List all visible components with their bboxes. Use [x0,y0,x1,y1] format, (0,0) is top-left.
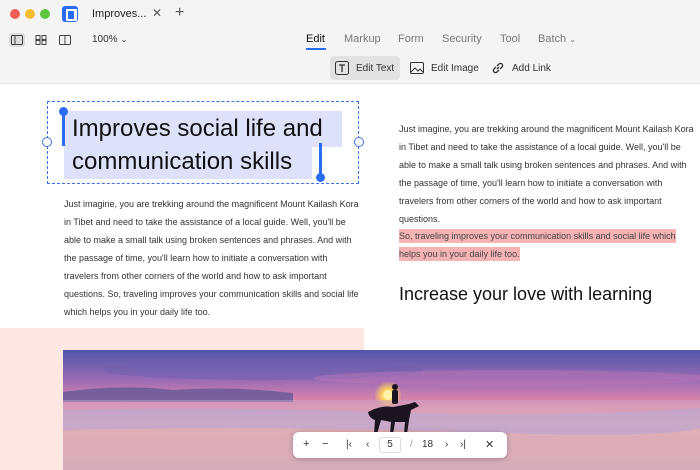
tab-title: Improves... [92,8,147,20]
paragraph-left[interactable]: Just imagine, you are trekking around th… [64,195,360,321]
edit-text-icon [335,61,349,75]
main-toolbar: 100% ⌄ Edit Markup Form Security Tool Bat… [0,28,700,54]
paragraph-right[interactable]: Just imagine, you are trekking around th… [399,120,699,228]
edit-text-button[interactable]: Edit Text [330,56,400,80]
tab-batch[interactable]: Batch ⌄ [538,33,576,45]
tab-edit[interactable]: Edit [306,33,325,45]
maximize-window-button[interactable] [40,9,50,19]
total-pages: 18 [422,439,434,450]
previous-page-button[interactable]: ‹ [366,439,369,450]
columns-icon [59,35,71,45]
active-tab-indicator [306,48,326,50]
app-logo-icon [62,6,78,22]
resize-handle-left[interactable] [42,137,52,147]
heading-line-1: Improves social life and [72,115,323,142]
first-page-button[interactable]: |‹ [346,439,352,450]
next-page-button[interactable]: › [445,439,448,450]
close-tab-icon[interactable]: ✕ [152,6,162,20]
sidebar-view-button[interactable] [9,33,25,47]
sidebar-icon [11,35,23,45]
zoom-in-button[interactable]: + [303,438,309,450]
selection-start-handle[interactable] [59,107,68,116]
image-icon [410,62,424,74]
edit-image-button[interactable]: Edit Image [405,56,479,80]
minimize-window-button[interactable] [25,9,35,19]
close-window-button[interactable] [10,9,20,19]
tab-tool[interactable]: Tool [500,33,520,45]
last-page-button[interactable]: ›| [460,439,466,450]
tab-form[interactable]: Form [398,33,424,45]
tab-batch-label: Batch [538,33,567,45]
tab-security[interactable]: Security [442,33,482,45]
title-bar: Improves... ✕ + [0,0,700,28]
section-heading[interactable]: Increase your love with learning [399,284,652,305]
thumbnail-view-button[interactable] [33,33,49,47]
chevron-down-icon: ⌄ [569,35,576,44]
chevron-down-icon: ⌄ [120,35,128,44]
close-navigation-button[interactable]: ✕ [485,438,494,451]
add-link-label: Add Link [512,63,551,74]
highlighted-text: So, traveling improves your communicatio… [399,229,676,261]
link-icon [492,62,504,74]
zoom-out-button[interactable]: − [322,438,328,450]
page-navigation: + − |‹ ‹ 5 / 18 › ›| ✕ [293,432,507,458]
highlighted-paragraph[interactable]: So, traveling improves your communicatio… [399,227,699,263]
add-link-button[interactable]: Add Link [486,56,551,80]
page-separator: / [410,439,413,450]
current-page-input[interactable]: 5 [379,437,401,453]
edit-image-label: Edit Image [431,63,479,74]
zoom-value: 100% [92,34,118,45]
edit-text-label: Edit Text [356,63,395,74]
tab-markup[interactable]: Markup [344,33,381,45]
zoom-dropdown[interactable]: 100% ⌄ [92,34,127,45]
selection-end-handle[interactable] [316,173,325,182]
reading-view-button[interactable] [57,33,73,47]
resize-handle-right[interactable] [354,137,364,147]
selection-end-caret[interactable] [319,143,322,177]
new-tab-button[interactable]: + [175,4,184,22]
edit-subtoolbar: Edit Text Edit Image Add Link [0,54,700,84]
grid-icon [35,35,47,45]
document-tab[interactable]: Improves... ✕ [86,0,168,28]
